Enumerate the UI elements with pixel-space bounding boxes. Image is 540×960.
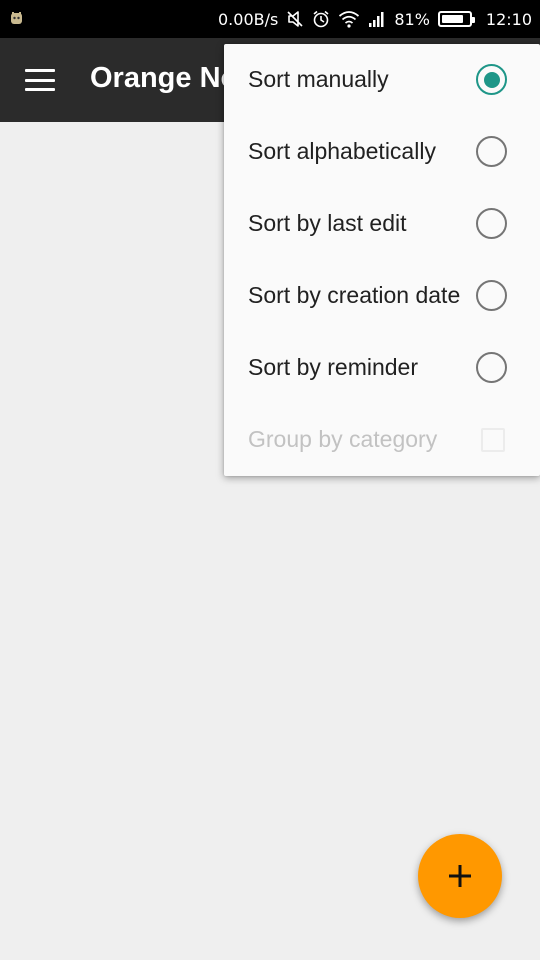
battery-percent: 81%: [394, 9, 430, 29]
hamburger-menu-icon: [25, 69, 55, 91]
menu-item-label: Sort alphabetically: [248, 138, 436, 164]
menu-item-label: Sort manually: [248, 66, 389, 92]
alarm-icon: [313, 10, 329, 28]
menu-item-label: Sort by creation date: [248, 282, 461, 308]
battery-icon: [437, 11, 475, 27]
sort-by-reminder-radio[interactable]: [476, 352, 507, 383]
add-note-button[interactable]: [418, 834, 502, 918]
mute-icon: [287, 11, 303, 27]
sort-alphabetically-radio[interactable]: [476, 136, 507, 167]
sort-by-last-edit-radio[interactable]: [476, 208, 507, 239]
menu-item-sort-by-reminder[interactable]: Sort by reminder: [224, 332, 540, 404]
net-speed: 0.00B/s: [218, 9, 279, 29]
menu-item-sort-manually[interactable]: Sort manually: [224, 44, 540, 116]
group-by-category-checkbox: [481, 428, 505, 452]
menu-item-label: Sort by reminder: [248, 354, 419, 380]
menu-item-sort-by-last-edit[interactable]: Sort by last edit: [224, 188, 540, 260]
menu-item-label: Group by category: [248, 426, 438, 452]
menu-item-group-by-category: Group by category: [224, 404, 540, 476]
menu-item-sort-by-creation-date[interactable]: Sort by creation date: [224, 260, 540, 332]
menu-item-label: Sort by last edit: [248, 210, 407, 236]
plus-icon: [449, 865, 471, 887]
navigation-drawer-button[interactable]: [12, 52, 68, 108]
battery-level: [441, 15, 463, 23]
menu-item-sort-alphabetically[interactable]: Sort alphabetically: [224, 116, 540, 188]
sort-by-creation-date-radio[interactable]: [476, 280, 507, 311]
wifi-icon: [339, 11, 360, 28]
clock: 12:10: [485, 9, 532, 29]
notification-icon: [11, 12, 22, 24]
sort-manually-radio[interactable]: [476, 64, 507, 95]
sort-options-menu: Sort manually Sort alphabetically Sort b…: [224, 44, 540, 476]
status-bar: 0.00B/s 81% 12:10: [0, 0, 540, 38]
signal-icon: [369, 12, 384, 27]
